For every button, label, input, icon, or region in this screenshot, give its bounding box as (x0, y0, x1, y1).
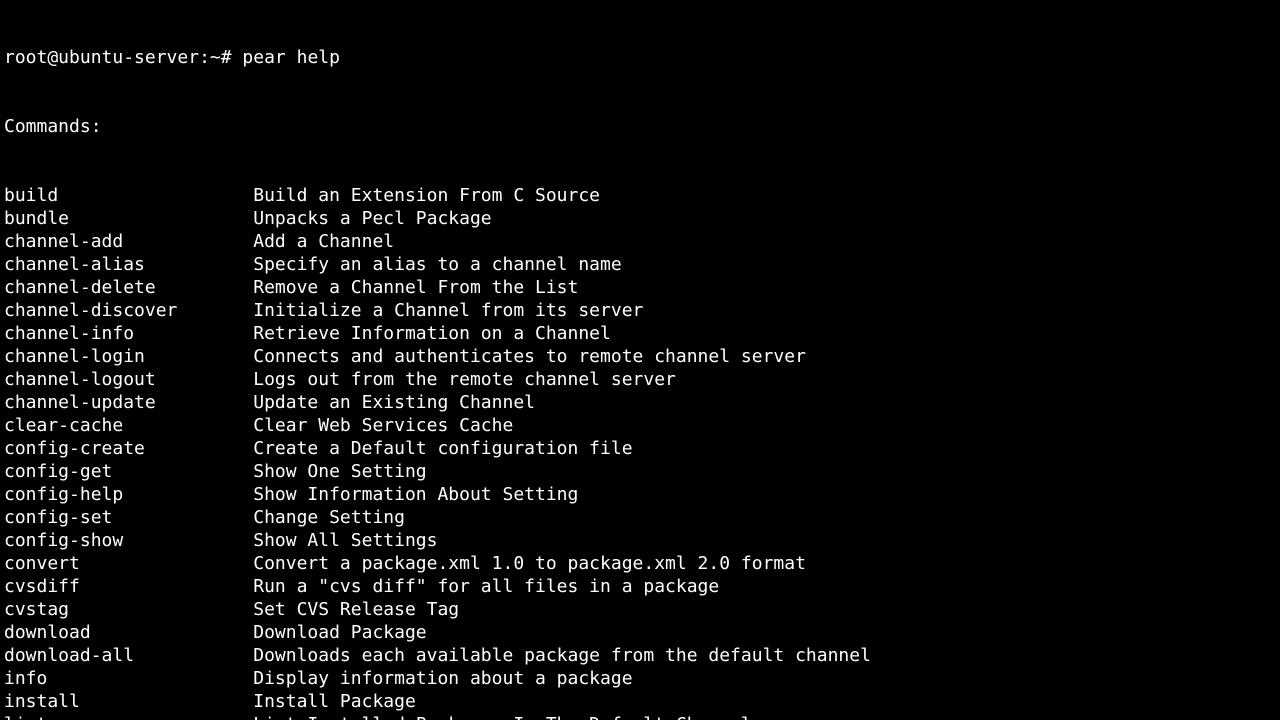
command-name: config-get (4, 460, 253, 483)
command-name: config-show (4, 529, 253, 552)
command-description: Set CVS Release Tag (253, 598, 459, 621)
command-name: channel-logout (4, 368, 253, 391)
commands-header: Commands: (4, 115, 1276, 138)
prompt-line: root@ubuntu-server:~# pear help (4, 46, 1276, 69)
command-row: config-helpShow Information About Settin… (4, 483, 1276, 506)
command-row: channel-aliasSpecify an alias to a chann… (4, 253, 1276, 276)
command-name: convert (4, 552, 253, 575)
command-row: convertConvert a package.xml 1.0 to pack… (4, 552, 1276, 575)
command-name: bundle (4, 207, 253, 230)
command-description: Downloads each available package from th… (253, 644, 871, 667)
command-description: Remove a Channel From the List (253, 276, 578, 299)
command-description: List Installed Packages In The Default C… (253, 713, 752, 720)
command-row: installInstall Package (4, 690, 1276, 713)
terminal[interactable]: root@ubuntu-server:~# pear help Commands… (0, 0, 1280, 720)
command-name: cvsdiff (4, 575, 253, 598)
command-name: config-create (4, 437, 253, 460)
command-name: config-set (4, 506, 253, 529)
command-row: channel-loginConnects and authenticates … (4, 345, 1276, 368)
command-name: download (4, 621, 253, 644)
command-row: cvstagSet CVS Release Tag (4, 598, 1276, 621)
command-description: Initialize a Channel from its server (253, 299, 643, 322)
command-row: downloadDownload Package (4, 621, 1276, 644)
command-description: Update an Existing Channel (253, 391, 535, 414)
command-name: channel-delete (4, 276, 253, 299)
command-row: listList Installed Packages In The Defau… (4, 713, 1276, 720)
command-description: Run a "cvs diff" for all files in a pack… (253, 575, 719, 598)
command-row: bundleUnpacks a Pecl Package (4, 207, 1276, 230)
command-row: channel-infoRetrieve Information on a Ch… (4, 322, 1276, 345)
command-description: Add a Channel (253, 230, 394, 253)
command-row: config-getShow One Setting (4, 460, 1276, 483)
command-row: cvsdiffRun a "cvs diff" for all files in… (4, 575, 1276, 598)
command-description: Install Package (253, 690, 416, 713)
command-row: channel-discoverInitialize a Channel fro… (4, 299, 1276, 322)
command-name: download-all (4, 644, 253, 667)
command-description: Show One Setting (253, 460, 426, 483)
command-description: Build an Extension From C Source (253, 184, 600, 207)
command-row: infoDisplay information about a package (4, 667, 1276, 690)
command-row: channel-addAdd a Channel (4, 230, 1276, 253)
command-description: Show All Settings (253, 529, 437, 552)
entered-command: pear help (242, 46, 340, 69)
command-name: info (4, 667, 253, 690)
command-name: channel-update (4, 391, 253, 414)
command-row: clear-cacheClear Web Services Cache (4, 414, 1276, 437)
command-description: Download Package (253, 621, 426, 644)
command-name: channel-alias (4, 253, 253, 276)
command-row: config-setChange Setting (4, 506, 1276, 529)
command-row: config-createCreate a Default configurat… (4, 437, 1276, 460)
command-row: channel-deleteRemove a Channel From the … (4, 276, 1276, 299)
command-name: channel-discover (4, 299, 253, 322)
command-description: Unpacks a Pecl Package (253, 207, 491, 230)
commands-list: buildBuild an Extension From C Sourcebun… (4, 184, 1276, 720)
command-row: download-allDownloads each available pac… (4, 644, 1276, 667)
command-description: Change Setting (253, 506, 405, 529)
command-description: Create a Default configuration file (253, 437, 632, 460)
command-description: Connects and authenticates to remote cha… (253, 345, 806, 368)
command-name: config-help (4, 483, 253, 506)
command-row: buildBuild an Extension From C Source (4, 184, 1276, 207)
command-row: config-showShow All Settings (4, 529, 1276, 552)
command-description: Logs out from the remote channel server (253, 368, 676, 391)
command-name: install (4, 690, 253, 713)
shell-prompt: root@ubuntu-server:~# (4, 46, 242, 69)
command-name: cvstag (4, 598, 253, 621)
command-description: Specify an alias to a channel name (253, 253, 621, 276)
command-description: Display information about a package (253, 667, 632, 690)
command-name: list (4, 713, 253, 720)
command-description: Retrieve Information on a Channel (253, 322, 611, 345)
command-row: channel-logoutLogs out from the remote c… (4, 368, 1276, 391)
command-name: channel-login (4, 345, 253, 368)
command-description: Convert a package.xml 1.0 to package.xml… (253, 552, 806, 575)
command-name: channel-add (4, 230, 253, 253)
command-name: channel-info (4, 322, 253, 345)
command-name: clear-cache (4, 414, 253, 437)
command-description: Show Information About Setting (253, 483, 578, 506)
command-description: Clear Web Services Cache (253, 414, 513, 437)
command-row: channel-updateUpdate an Existing Channel (4, 391, 1276, 414)
command-name: build (4, 184, 253, 207)
